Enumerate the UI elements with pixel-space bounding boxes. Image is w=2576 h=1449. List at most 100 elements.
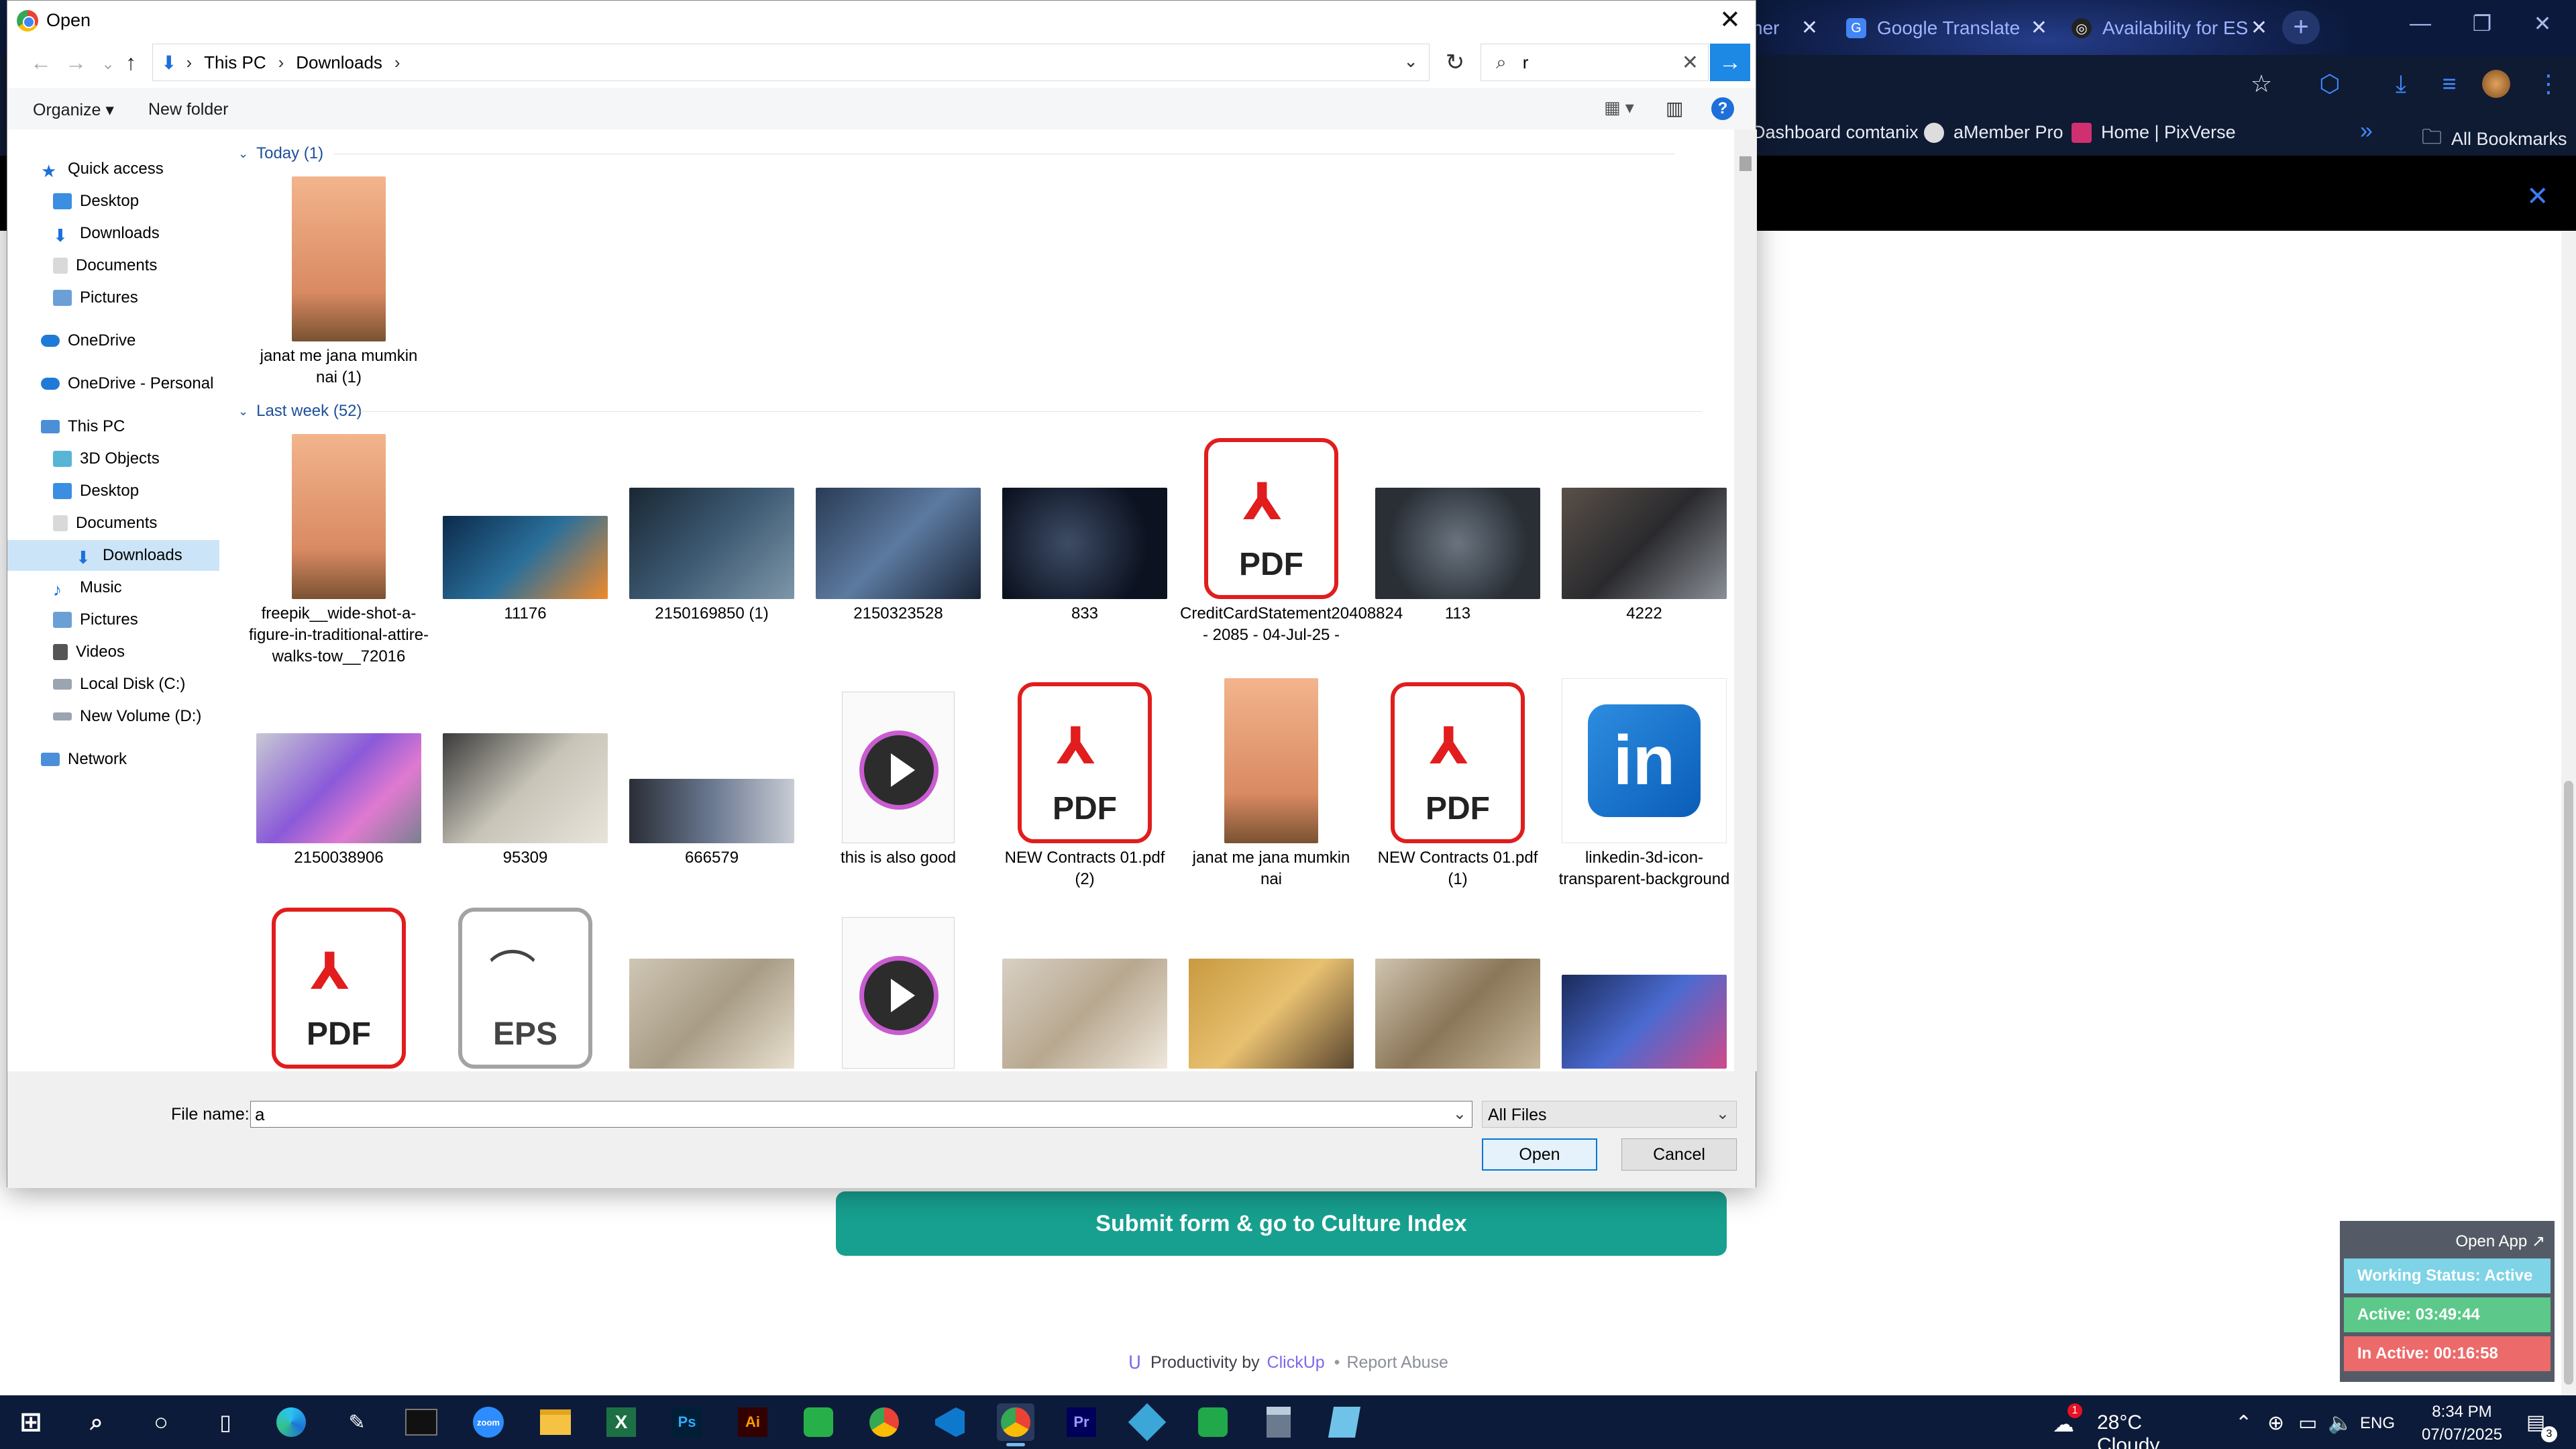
all-bookmarks[interactable]: 🗀 All Bookmarks <box>2422 122 2567 156</box>
menu-icon[interactable]: ⋮ <box>2532 67 2565 101</box>
page-scrollbar[interactable] <box>2561 231 2576 1395</box>
back-icon[interactable]: ← <box>30 50 52 75</box>
chevron-down-icon[interactable]: ⌄ <box>238 405 248 419</box>
nav-this-pc[interactable]: This PC <box>41 411 125 442</box>
start-icon[interactable]: ⊞ <box>12 1403 50 1441</box>
excel-icon[interactable]: X <box>606 1407 636 1437</box>
file-item[interactable] <box>998 904 1172 1071</box>
premiere-icon[interactable]: Pr <box>1067 1407 1096 1437</box>
recent-locations-icon[interactable]: ⌄ <box>101 54 115 74</box>
group-header-last-week[interactable]: ⌄ Last week (52) <box>233 402 1702 421</box>
bookmark-dashboard[interactable]: Dashboard comtanix <box>1752 122 1919 143</box>
address-bar[interactable]: ⬇ › This PC › Downloads › ⌄ <box>152 44 1430 81</box>
nav-documents-pc[interactable]: Documents <box>53 508 157 539</box>
file-type-select[interactable]: All Files ⌄ <box>1482 1101 1737 1128</box>
content-scrollbar[interactable] <box>1734 129 1757 1071</box>
weather-text[interactable]: 28°C Cloudy <box>2097 1411 2159 1449</box>
media-control-icon[interactable]: ≡ <box>2432 67 2466 101</box>
nav-3d-objects[interactable]: 3D Objects <box>53 443 160 474</box>
extensions-icon[interactable]: ⬡ <box>2313 67 2347 101</box>
view-options-icon[interactable]: ▦ ▾ <box>1604 97 1634 118</box>
edge-icon[interactable] <box>276 1407 306 1437</box>
bookmark-pixverse[interactable]: Home | PixVerse <box>2072 122 2236 143</box>
chrome-active-icon[interactable] <box>1001 1407 1030 1437</box>
tab-close-icon[interactable]: ✕ <box>1801 16 1818 40</box>
submit-button[interactable]: Submit form & go to Culture Index <box>836 1191 1727 1256</box>
breadcrumb-this-pc[interactable]: This PC <box>204 52 266 73</box>
file-item[interactable]: this is also good <box>811 678 985 906</box>
volume-icon[interactable]: 🔈 <box>2328 1411 2353 1435</box>
green-app-2-icon[interactable] <box>1198 1407 1228 1437</box>
filename-input[interactable]: a ⌄ <box>250 1101 1472 1128</box>
calculator-icon[interactable] <box>1267 1407 1291 1438</box>
download-icon[interactable]: ⤓ <box>2384 67 2418 101</box>
file-item[interactable]: 2150169850 (1) <box>625 434 799 676</box>
nav-scrollbar[interactable] <box>219 129 233 1071</box>
close-icon[interactable]: ✕ <box>1719 5 1741 35</box>
group-header-today[interactable]: ⌄ Today (1) <box>233 144 1675 163</box>
search-icon[interactable]: ⌕ <box>78 1403 115 1441</box>
search-input[interactable]: ⌕ r ✕ <box>1481 44 1709 81</box>
browser-tab-availability[interactable]: ◎ Availability for ES ✕ <box>2072 11 2267 46</box>
terminal-icon[interactable] <box>405 1409 437 1436</box>
file-item[interactable] <box>625 904 799 1071</box>
nav-desktop[interactable]: Desktop📌 <box>53 186 260 217</box>
nav-videos[interactable]: Videos <box>53 637 125 667</box>
file-item[interactable]: 113 <box>1371 434 1545 676</box>
chevron-up-icon[interactable]: ⌃ <box>2235 1411 2252 1435</box>
minimize-icon[interactable]: — <box>2400 11 2440 36</box>
organize-button[interactable]: Organize ▾ <box>33 100 114 120</box>
illustrator-icon[interactable]: Ai <box>738 1407 767 1437</box>
file-item[interactable]: 95309 <box>438 678 612 906</box>
nav-local-disk[interactable]: Local Disk (C:) <box>53 669 185 700</box>
close-icon[interactable]: ✕ <box>2526 181 2549 212</box>
search-go-button[interactable]: → <box>1710 44 1750 81</box>
report-abuse-link[interactable]: Report Abuse <box>1346 1353 1448 1373</box>
nav-onedrive[interactable]: OneDrive <box>41 325 136 356</box>
file-item[interactable]: ⅄ PDF CreditCardStatement20408824 - 2085 … <box>1180 434 1403 676</box>
star-icon[interactable]: ☆ <box>2245 67 2278 101</box>
cortana-icon[interactable]: ○ <box>142 1403 180 1441</box>
file-item[interactable] <box>1184 904 1358 1071</box>
open-button[interactable]: Open <box>1482 1138 1597 1171</box>
file-item[interactable]: ⅄ PDF NEW Contracts 01.pdf (2) <box>998 678 1172 906</box>
nav-pictures-pc[interactable]: Pictures <box>53 604 138 635</box>
file-item[interactable]: freepik__wide-shot-a-figure-in-tradition… <box>249 434 429 676</box>
breadcrumb-downloads[interactable]: Downloads <box>296 52 382 73</box>
blue-app-icon[interactable] <box>1128 1403 1167 1442</box>
file-item[interactable]: ⅄ PDF <box>252 904 426 1071</box>
scrollbar-thumb[interactable] <box>2564 781 2573 1385</box>
chevron-down-icon[interactable]: ⌄ <box>1716 1104 1729 1124</box>
file-item[interactable] <box>1557 904 1731 1071</box>
browser-tab-partial[interactable]: ner ✕ <box>1752 11 1818 46</box>
file-item[interactable]: ⌒ EPS <box>438 904 612 1071</box>
nav-desktop-pc[interactable]: Desktop <box>53 476 139 506</box>
nav-downloads-pc[interactable]: ⬇ Downloads <box>7 540 219 571</box>
bookmarks-overflow-icon[interactable]: » <box>2360 118 2373 144</box>
up-icon[interactable]: ↑ <box>125 50 136 75</box>
nav-new-volume[interactable]: New Volume (D:) <box>53 701 201 732</box>
file-item[interactable]: janat me jana mumkin nai (1) <box>252 176 426 391</box>
close-window-icon[interactable]: ✕ <box>2522 11 2563 36</box>
nav-downloads-qa[interactable]: ⬇Downloads📌 <box>53 218 260 249</box>
cancel-button[interactable]: Cancel <box>1621 1138 1737 1171</box>
tab-close-icon[interactable]: ✕ <box>2031 16 2047 40</box>
scrollbar-thumb[interactable] <box>1739 156 1752 171</box>
help-icon[interactable]: ? <box>1711 97 1734 120</box>
nav-pictures-qa[interactable]: Pictures📌 <box>53 282 260 313</box>
bookmark-amember[interactable]: aMember Pro <box>1924 122 2063 143</box>
filename-value[interactable]: a <box>255 1104 264 1124</box>
tab-close-icon[interactable]: ✕ <box>2251 16 2267 40</box>
file-explorer-icon[interactable] <box>540 1409 571 1435</box>
preview-pane-icon[interactable]: ▥ <box>1666 97 1683 119</box>
file-item[interactable]: 11176 <box>438 434 612 676</box>
forward-icon[interactable]: → <box>65 50 87 75</box>
chrome-icon[interactable] <box>869 1407 899 1437</box>
file-item[interactable] <box>811 904 985 1071</box>
file-item[interactable]: in linkedin-3d-icon-transparent-backgrou… <box>1557 678 1731 906</box>
chevron-right-icon[interactable]: › <box>186 52 192 73</box>
notepad-icon[interactable] <box>1328 1407 1361 1438</box>
clock[interactable]: 8:34 PM 07/07/2025 <box>2415 1401 2509 1446</box>
file-item[interactable]: 666579 <box>625 678 799 906</box>
nav-music[interactable]: ♪ Music <box>53 572 122 603</box>
